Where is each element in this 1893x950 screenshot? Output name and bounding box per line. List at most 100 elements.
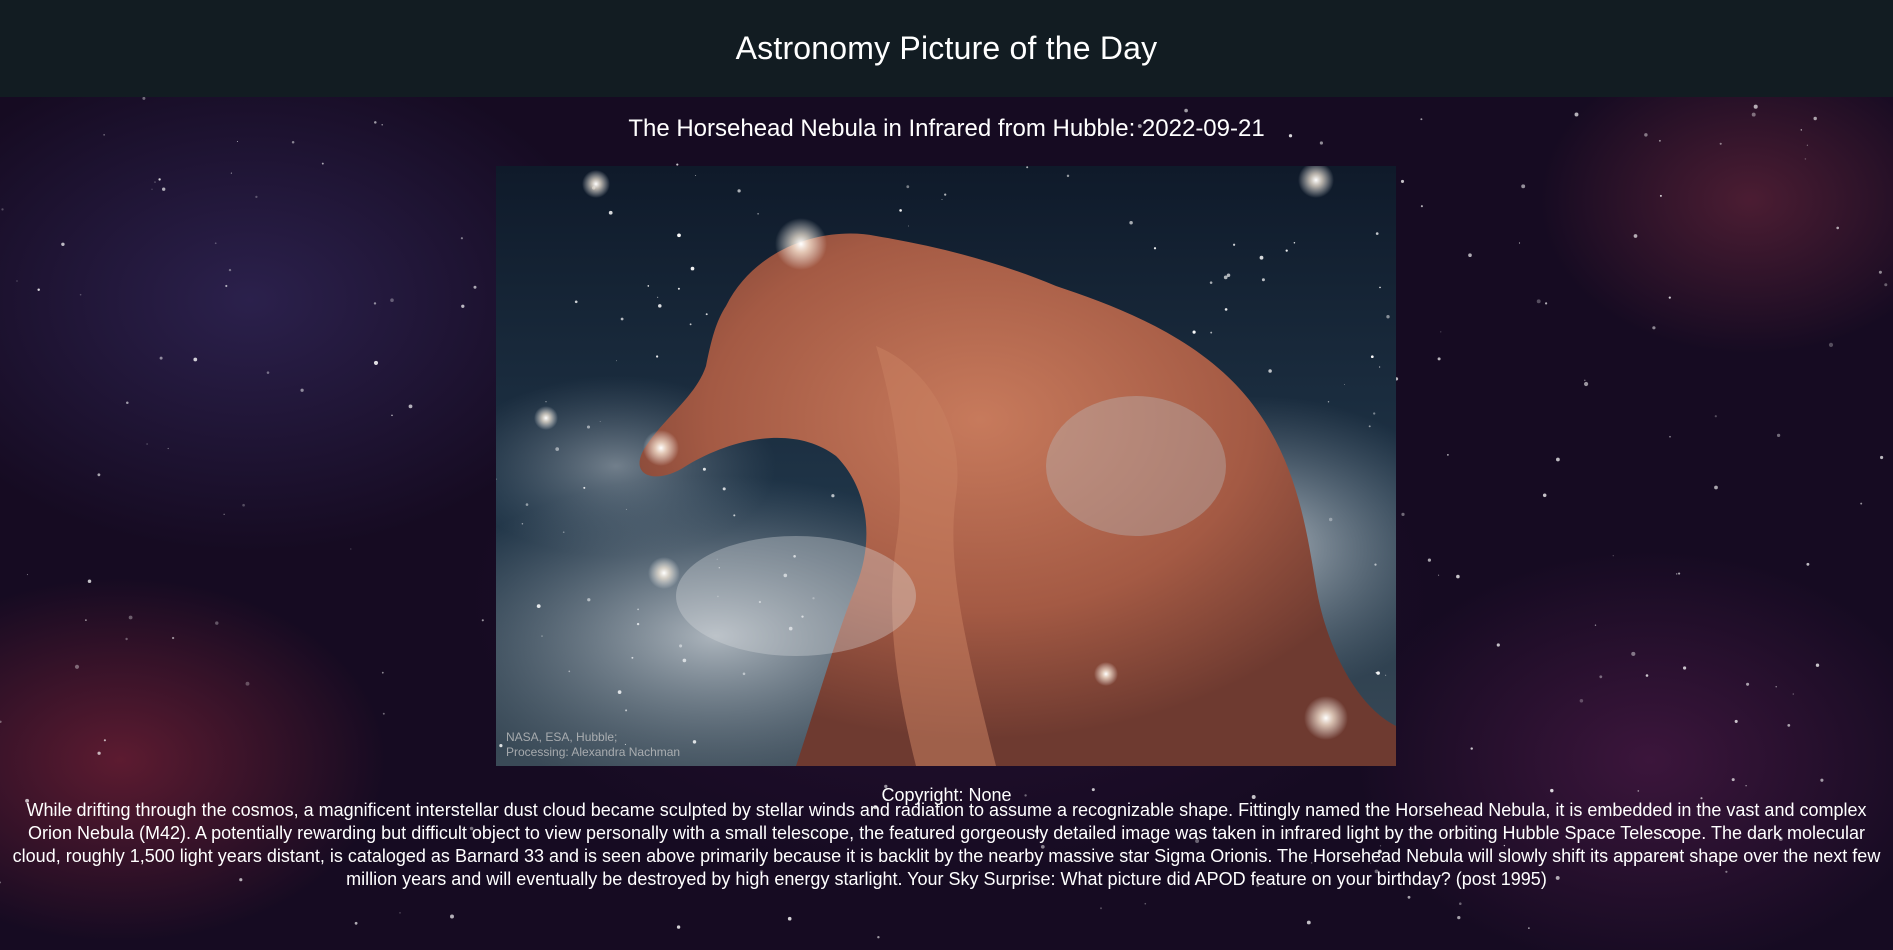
apod-content: The Horsehead Nebula in Infrared from Hu… — [0, 97, 1893, 889]
photo-star — [658, 304, 662, 308]
background-star — [1880, 455, 1884, 460]
background-star — [1536, 299, 1541, 304]
background-star — [1659, 194, 1662, 197]
photo-star — [705, 313, 708, 316]
background-star — [1820, 778, 1824, 782]
apod-title: The Horsehead Nebula in Infrared from Hu… — [628, 115, 1265, 142]
background-star — [1400, 179, 1405, 183]
background-star — [1714, 485, 1718, 490]
photo-star — [941, 199, 943, 201]
background-star — [1815, 663, 1820, 667]
background-star — [1438, 574, 1440, 576]
background-star — [167, 447, 169, 450]
background-star — [473, 285, 477, 289]
background-star — [1594, 624, 1597, 626]
photo-star — [689, 323, 692, 326]
photo-star — [1385, 674, 1387, 676]
background-star — [390, 298, 394, 302]
background-star — [1407, 895, 1411, 899]
photo-star — [608, 210, 613, 215]
background-star — [787, 916, 792, 921]
background-star — [1612, 555, 1614, 557]
background-star — [460, 237, 463, 240]
background-star — [85, 619, 87, 621]
background-star — [300, 388, 304, 392]
background-star — [1470, 747, 1473, 750]
background-star — [125, 637, 128, 641]
background-star — [1787, 724, 1791, 727]
background-star — [126, 401, 129, 405]
background-star — [245, 681, 250, 686]
background-star — [171, 636, 175, 640]
background-star — [26, 574, 28, 576]
background-star — [1144, 902, 1147, 905]
background-star — [877, 935, 880, 939]
background-star — [1714, 415, 1717, 418]
photo-star — [1129, 220, 1133, 225]
background-star — [676, 925, 681, 929]
photo-star — [1373, 412, 1376, 415]
photo-star — [1210, 331, 1213, 334]
background-star — [382, 712, 385, 715]
background-star — [1542, 493, 1547, 498]
background-star — [1579, 699, 1584, 703]
background-star — [399, 912, 401, 914]
photo-star — [647, 285, 650, 287]
horsehead-nebula-image[interactable]: NASA, ESA, Hubble; Processing: Alexandra… — [496, 166, 1396, 766]
photo-star — [1293, 241, 1296, 244]
apod-explanation: While drifting through the cosmos, a mag… — [12, 800, 1881, 889]
background-star — [1836, 226, 1840, 230]
background-star — [1860, 502, 1863, 505]
background-star — [1521, 184, 1526, 189]
background-star — [1878, 270, 1882, 274]
background-star — [1633, 234, 1638, 238]
image-credit-line-2: Processing: Alexandra Nachman — [506, 745, 681, 759]
background-star — [381, 671, 384, 674]
background-star — [230, 172, 232, 174]
photo-star — [1261, 278, 1265, 282]
photo-star — [1153, 247, 1157, 250]
background-star — [1668, 296, 1671, 299]
background-star — [1734, 719, 1738, 723]
photo-star — [944, 193, 947, 196]
background-star — [1776, 433, 1781, 438]
background-star — [1804, 158, 1807, 160]
background-star — [79, 293, 82, 296]
copyright-text: Copyright: None — [881, 785, 1012, 805]
background-star — [0, 881, 2, 884]
background-star — [1631, 651, 1636, 656]
photo-star — [1375, 672, 1377, 674]
photo-star — [737, 189, 741, 193]
photo-star — [757, 212, 759, 215]
background-star — [1468, 253, 1472, 257]
background-star — [1437, 357, 1441, 361]
background-star — [1528, 927, 1530, 929]
background-star — [1427, 558, 1431, 562]
background-star — [1806, 144, 1809, 146]
background-star — [373, 302, 377, 305]
background-star — [1675, 573, 1678, 575]
app-title: Astronomy Picture of the Day — [735, 30, 1158, 66]
background-star — [0, 720, 2, 723]
photo-star — [615, 360, 617, 362]
background-star — [481, 619, 484, 622]
photo-star — [1285, 249, 1288, 252]
background-star — [162, 187, 166, 191]
background-star — [158, 178, 161, 181]
photo-star — [655, 355, 659, 358]
background-star — [151, 188, 153, 190]
background-star — [350, 548, 352, 550]
photo-star — [677, 233, 681, 238]
photo-star — [657, 296, 659, 298]
background-star — [1401, 512, 1405, 517]
background-star — [1556, 457, 1560, 462]
background-star — [1669, 435, 1671, 438]
background-star — [128, 615, 133, 620]
background-star — [450, 914, 454, 919]
background-star — [1806, 562, 1810, 566]
background-star — [1457, 915, 1461, 920]
background-star — [1884, 283, 1888, 287]
photo-star — [1192, 330, 1196, 334]
photo-star — [1379, 286, 1381, 289]
background-star — [87, 579, 92, 583]
